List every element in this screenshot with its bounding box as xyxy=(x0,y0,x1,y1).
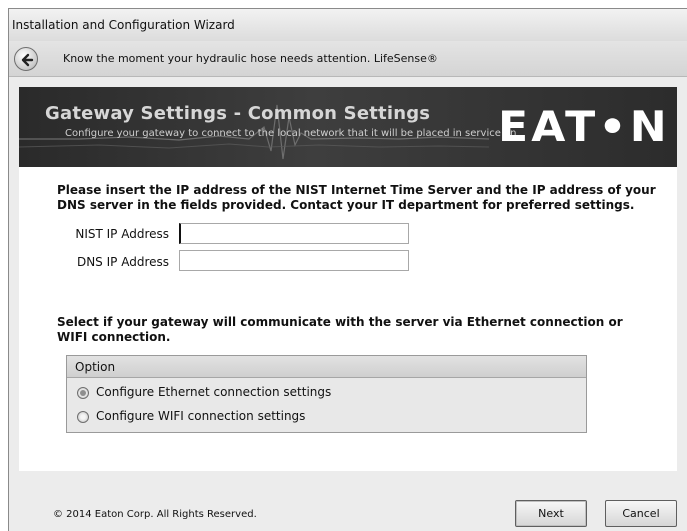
nav-message: Know the moment your hydraulic hose need… xyxy=(63,52,438,65)
connection-option-group: Option Configure Ethernet connection set… xyxy=(66,355,587,433)
header-banner: Gateway Settings - Common Settings Confi… xyxy=(19,87,677,167)
connection-prompt: Select if your gateway will communicate … xyxy=(57,315,623,344)
content-panel: Please insert the IP address of the NIST… xyxy=(19,167,677,471)
cancel-button-label: Cancel xyxy=(622,507,660,520)
wifi-radio[interactable] xyxy=(77,411,89,423)
option-header: Option xyxy=(67,356,586,378)
cancel-button[interactable]: Cancel xyxy=(605,500,677,527)
ethernet-option-label: Configure Ethernet connection settings xyxy=(96,385,332,399)
footer-bar: © 2014 Eaton Corp. All Rights Reserved. … xyxy=(19,471,687,531)
window-title: Installation and Configuration Wizard xyxy=(12,18,235,32)
nist-ip-label: NIST IP Address xyxy=(75,227,169,241)
next-button-label: Next xyxy=(538,507,564,520)
page-title: Gateway Settings - Common Settings xyxy=(45,103,431,124)
back-button[interactable] xyxy=(14,47,38,71)
dns-ip-label: DNS IP Address xyxy=(76,255,169,269)
window-titlebar: Installation and Configuration Wizard xyxy=(9,9,687,41)
copyright-text: © 2014 Eaton Corp. All Rights Reserved. xyxy=(53,509,257,520)
navigation-bar: Know the moment your hydraulic hose need… xyxy=(9,41,687,77)
wizard-window: Installation and Configuration Wizard Kn… xyxy=(8,8,687,531)
back-arrow-icon xyxy=(21,53,34,67)
nist-ip-input[interactable] xyxy=(179,223,409,244)
page-subtitle: Configure your gateway to connect to the… xyxy=(65,128,517,139)
ip-instructions: Please insert the IP address of the NIST… xyxy=(57,183,656,212)
ethernet-radio[interactable] xyxy=(77,387,89,399)
dns-ip-input[interactable] xyxy=(179,250,409,271)
wifi-option-label: Configure WIFI connection settings xyxy=(96,409,306,423)
eaton-logo: EAT•N xyxy=(498,102,670,151)
next-button[interactable]: Next xyxy=(515,500,587,527)
